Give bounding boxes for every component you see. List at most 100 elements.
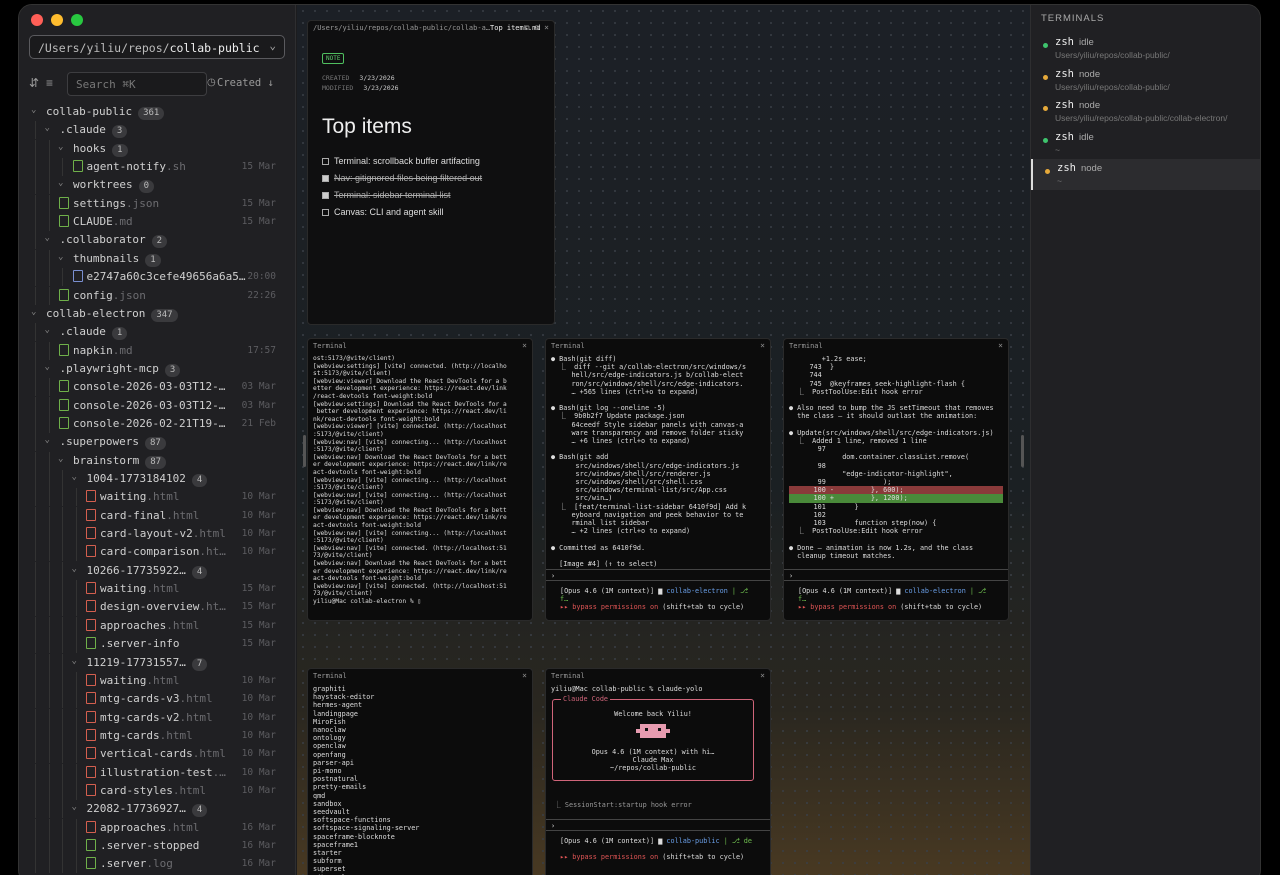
chevron-down-icon[interactable]: ⌄ xyxy=(58,454,63,464)
tree-folder[interactable]: ⌄ .playwright-mcp 3 xyxy=(19,359,296,378)
checkbox[interactable] xyxy=(322,209,329,216)
chevron-down-icon[interactable]: ⌄ xyxy=(58,178,63,188)
prompt-line[interactable]: › xyxy=(546,569,770,581)
tree-file[interactable]: waiting.html 10 Mar xyxy=(19,488,296,507)
tree-file[interactable]: console-2026-03-03T12-… 03 Mar xyxy=(19,396,296,415)
workspace-path-select[interactable]: /Users/yiliu/repos/collab-public ⌄ xyxy=(29,35,285,59)
tree-file[interactable]: vertical-cards.html 10 Mar xyxy=(19,745,296,764)
terminal-header[interactable]: Terminal × xyxy=(308,339,532,353)
chevron-down-icon[interactable]: ⌄ xyxy=(72,564,77,574)
note-card[interactable]: /Users/yiliu/repos/collab-public/collab-… xyxy=(307,20,555,325)
terminal-list-item[interactable]: zsh node Users/yiliu/repos/collab-public/ xyxy=(1031,65,1260,96)
tree-folder[interactable]: ⌄ brainstorm 87 xyxy=(19,451,296,470)
terminal-list-item[interactable]: zsh node ~ xyxy=(1031,159,1260,190)
close-icon[interactable]: × xyxy=(522,341,527,350)
close-icon[interactable]: ⧉ ⚙ × xyxy=(524,23,549,33)
chevron-down-icon[interactable]: ⌄ xyxy=(72,472,77,482)
terminal-list-item[interactable]: zsh idle Users/yiliu/repos/collab-public/ xyxy=(1031,33,1260,64)
terminal-output[interactable]: +1.2s ease; 743 } 744 745 @keyframes see… xyxy=(784,353,1008,562)
tree-file[interactable]: console-2026-02-21T19-… 21 Feb xyxy=(19,414,296,433)
tree-file[interactable]: agent-notify.sh 15 Mar xyxy=(19,158,296,177)
sort-select[interactable]: Created ↓ xyxy=(217,77,274,89)
tree-file[interactable]: napkin.md 17:57 xyxy=(19,341,296,360)
terminal-header[interactable]: Terminal × xyxy=(784,339,1008,353)
chevron-down-icon[interactable]: ⌄ xyxy=(72,656,77,666)
tree-file[interactable]: card-final.html 10 Mar xyxy=(19,506,296,525)
terminal-output[interactable]: graphiti haystack-editor hermes-agent la… xyxy=(308,683,532,875)
tree-file[interactable]: config.json 22:26 xyxy=(19,286,296,305)
tree-file[interactable]: CLAUDE.md 15 Mar xyxy=(19,213,296,232)
terminal-command[interactable]: yiliu@Mac collab-public % claude-yolo xyxy=(546,683,770,695)
list-view-icon[interactable]: ≡ xyxy=(46,76,53,90)
tree-file[interactable]: approaches.html 16 Mar xyxy=(19,818,296,837)
tree-folder[interactable]: ⌄ .claude 1 xyxy=(19,323,296,342)
tree-folder[interactable]: ⌄ 10266-17735922… 4 xyxy=(19,561,296,580)
tree-folder[interactable]: ⌄ .collaborator 2 xyxy=(19,231,296,250)
tree-folder[interactable]: ⌄ worktrees 0 xyxy=(19,176,296,195)
checkbox[interactable] xyxy=(322,175,329,182)
terminal-header[interactable]: Terminal × xyxy=(308,669,532,683)
tree-folder[interactable]: ⌄ hooks 1 xyxy=(19,139,296,158)
note-card-header[interactable]: /Users/yiliu/repos/collab-public/collab-… xyxy=(308,21,554,35)
right-resize-handle[interactable] xyxy=(1021,435,1024,467)
tree-file[interactable]: mtg-cards-v3.html 10 Mar xyxy=(19,690,296,709)
todo-item[interactable]: Terminal: scrollback buffer artifacting xyxy=(322,153,540,170)
todo-item[interactable]: Canvas: CLI and agent skill xyxy=(322,204,540,221)
tree-file[interactable]: illustration-test.… 10 Mar xyxy=(19,763,296,782)
terminal-card-5[interactable]: Terminal × yiliu@Mac collab-public % clau… xyxy=(545,668,771,875)
chevron-down-icon[interactable]: ⌄ xyxy=(45,233,50,243)
tree-folder[interactable]: ⌄ .claude 3 xyxy=(19,121,296,140)
terminal-card-2[interactable]: Terminal × ● Bash(git diff) ⎿ diff --git … xyxy=(545,338,771,621)
canvas[interactable]: /Users/yiliu/repos/collab-public/collab-… xyxy=(297,5,1030,875)
terminal-output[interactable]: ost:5173/@vite/client) [webview:settings… xyxy=(308,353,532,608)
terminal-header[interactable]: Terminal × xyxy=(546,669,770,683)
tree-file[interactable]: design-overview.ht… 15 Mar xyxy=(19,598,296,617)
tree-file[interactable]: waiting.html 10 Mar xyxy=(19,671,296,690)
todo-item[interactable]: Nav: gitignored files being filtered out xyxy=(322,170,540,187)
tree-file[interactable]: card-comparison.ht… 10 Mar xyxy=(19,543,296,562)
chevron-down-icon[interactable]: ⌄ xyxy=(45,435,50,445)
close-icon[interactable]: × xyxy=(522,671,527,680)
chevron-down-icon[interactable]: ⌄ xyxy=(58,252,63,262)
chevron-down-icon[interactable]: ⌄ xyxy=(45,362,50,372)
prompt-line[interactable]: › xyxy=(546,819,770,831)
tree-file[interactable]: mtg-cards.html 10 Mar xyxy=(19,726,296,745)
tree-file[interactable]: console-2026-03-03T12-… 03 Mar xyxy=(19,378,296,397)
close-window-button[interactable] xyxy=(31,14,43,26)
terminal-card-3[interactable]: Terminal × +1.2s ease; 743 } 744 745 @key… xyxy=(783,338,1009,621)
minimize-window-button[interactable] xyxy=(51,14,63,26)
tree-folder[interactable]: ⌄ 22082-17736927… 4 xyxy=(19,800,296,819)
tree-file[interactable]: e2747a60c3cefe49656a6a5… 20:00 xyxy=(19,268,296,287)
chevron-down-icon[interactable]: ⌄ xyxy=(31,105,36,115)
terminal-card-4[interactable]: Terminal × graphiti haystack-editor herme… xyxy=(307,668,533,875)
tree-file[interactable]: .server-stopped 16 Mar xyxy=(19,837,296,855)
tree-folder[interactable]: ⌄ .superpowers 87 xyxy=(19,433,296,452)
terminal-list-item[interactable]: zsh idle ~ xyxy=(1031,128,1260,159)
checkbox[interactable] xyxy=(322,192,329,199)
tree-file[interactable]: mtg-cards-v2.html 10 Mar xyxy=(19,708,296,727)
tree-file[interactable]: .server-info 15 Mar xyxy=(19,635,296,654)
chevron-down-icon[interactable]: ⌄ xyxy=(58,142,63,152)
close-icon[interactable]: × xyxy=(760,341,765,350)
tree-file[interactable]: card-styles.html 10 Mar xyxy=(19,781,296,800)
checkbox[interactable] xyxy=(322,158,329,165)
chevron-down-icon[interactable]: ⌄ xyxy=(45,123,50,133)
maximize-window-button[interactable] xyxy=(71,14,83,26)
prompt-line[interactable]: › xyxy=(784,569,1008,581)
todo-item[interactable]: Terminal: sidebar terminal list xyxy=(322,187,540,204)
tree-file[interactable]: waiting.html 15 Mar xyxy=(19,580,296,599)
chevron-down-icon[interactable]: ⌄ xyxy=(45,325,50,335)
terminal-header[interactable]: Terminal × xyxy=(546,339,770,353)
tree-file[interactable]: settings.json 15 Mar xyxy=(19,194,296,213)
close-icon[interactable]: × xyxy=(998,341,1003,350)
left-resize-handle[interactable] xyxy=(303,435,306,467)
close-icon[interactable]: × xyxy=(760,671,765,680)
tree-folder[interactable]: ⌄ thumbnails 1 xyxy=(19,249,296,268)
chevron-down-icon[interactable]: ⌄ xyxy=(72,802,77,812)
tree-folder[interactable]: ⌄ collab-electron 347 xyxy=(19,305,296,323)
tree-file[interactable]: card-layout-v2.html 10 Mar xyxy=(19,525,296,544)
tree-folder[interactable]: ⌄ collab-public 361 xyxy=(19,103,296,121)
tree-view-icon[interactable]: ⇵ xyxy=(29,76,39,90)
chevron-down-icon[interactable]: ⌄ xyxy=(31,307,36,317)
terminal-card-1[interactable]: Terminal × ost:5173/@vite/client) [webvie… xyxy=(307,338,533,621)
